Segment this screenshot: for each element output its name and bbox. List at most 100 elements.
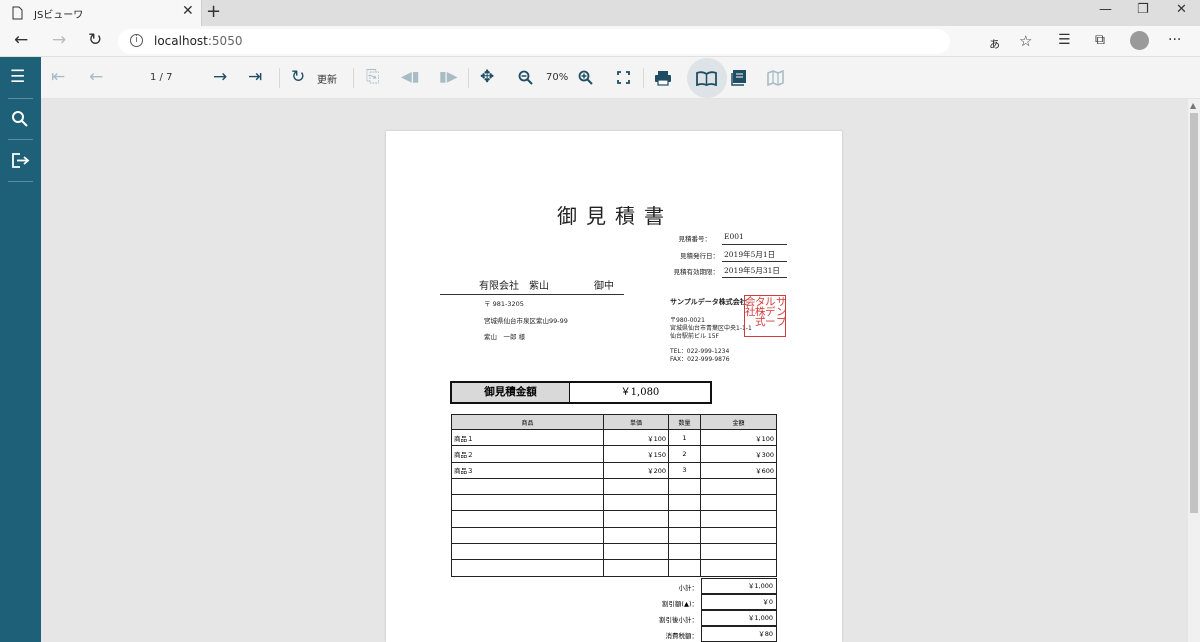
browser-tab-strip: JSビューワ ✕ + — ❐ ✕ — [0, 0, 1200, 26]
quote-total-box: 御見積金額 ￥1,080 — [450, 381, 712, 404]
document-title: 御見積書 — [557, 204, 673, 228]
cell-amount: ￥600 — [700, 461, 777, 479]
column-header-unit-price: 単価 — [603, 414, 669, 430]
issue-date: 2019年5月1日 — [724, 250, 776, 259]
zoom-in-icon[interactable] — [578, 70, 594, 86]
quote-total-value: ￥1,080 — [620, 387, 660, 398]
cell-quantity: 2 — [668, 445, 701, 463]
tab-title: JSビューワ — [34, 10, 84, 21]
discount-label: 割引額(▲)： — [661, 600, 698, 608]
refresh-icon[interactable]: ↻ — [291, 67, 305, 87]
back-icon[interactable]: ← — [14, 30, 28, 50]
after-discount-label: 割引後小計： — [659, 616, 698, 624]
collections-icon[interactable]: ⧉ — [1095, 32, 1105, 48]
scroll-up-icon[interactable]: ▲ — [1190, 101, 1196, 110]
line-items-table: 商品 単価 数量 金額 商品１ ￥100 1 ￥100 商品２ ￥150 2 ￥… — [451, 414, 777, 577]
page-view-icon[interactable]: ⎘ — [366, 67, 380, 87]
translate-icon[interactable]: ぁ — [988, 33, 1001, 52]
table-row — [451, 543, 777, 561]
issuer-address-line2: 仙台駅前ビル 15F — [670, 333, 719, 340]
more-menu-icon[interactable]: ··· — [1168, 32, 1181, 48]
column-header-quantity: 数量 — [668, 414, 701, 430]
sidebar-divider — [8, 98, 33, 99]
profile-avatar[interactable] — [1130, 31, 1149, 50]
reload-icon[interactable]: ↻ — [88, 30, 102, 50]
expiry-date-label: 見積有効期限： — [673, 268, 720, 276]
toolbar-divider — [468, 68, 469, 88]
refresh-label[interactable]: 更新 — [317, 71, 337, 86]
forward-icon[interactable]: → — [52, 30, 66, 50]
toolbar-divider — [353, 68, 354, 88]
table-row: 商品２ ￥150 2 ￥300 — [451, 445, 777, 463]
quote-number: E001 — [724, 232, 744, 241]
issuer-fax: FAX：022-999-9876 — [670, 356, 730, 363]
subtotal-label: 小計： — [678, 584, 699, 592]
cell-unit-price: ￥100 — [603, 428, 669, 447]
rewind-icon[interactable]: ◀▮ — [401, 69, 419, 85]
favorite-star-icon[interactable]: ☆ — [1019, 32, 1032, 50]
report-page: 御見積書 見積番号： E001 見積発行日： 2019年5月1日 見積有効期限：… — [386, 131, 842, 642]
underline — [722, 261, 787, 262]
zoom-level[interactable]: 70% — [546, 72, 568, 83]
recipient-company: 有限会社 紫山 — [479, 281, 549, 292]
favorites-list-icon[interactable]: ☰ — [1058, 32, 1071, 48]
fullscreen-icon[interactable] — [617, 71, 630, 84]
menu-icon[interactable]: ☰ — [10, 67, 25, 87]
tax-label: 消費税額： — [665, 632, 699, 640]
previous-page-icon[interactable]: ← — [89, 67, 103, 87]
minimize-icon[interactable]: — — [1099, 2, 1112, 17]
url-host: localhost — [154, 34, 208, 48]
export-icon[interactable] — [11, 152, 31, 169]
url-port: :5050 — [207, 34, 243, 48]
new-tab-button[interactable]: + — [206, 1, 221, 22]
issuer-company: サンプルデータ株式会社 — [670, 298, 747, 306]
play-icon[interactable]: ▮▶ — [439, 69, 457, 85]
tab-close-icon[interactable]: ✕ — [182, 3, 194, 19]
quote-total-label: 御見積金額 — [452, 383, 570, 402]
last-page-icon[interactable]: ⇥ — [248, 67, 262, 87]
sidebar-divider — [8, 139, 33, 140]
table-row — [451, 477, 777, 496]
browser-tab[interactable]: JSビューワ ✕ — [0, 0, 202, 26]
print-icon[interactable] — [654, 70, 672, 86]
cell-product: 商品３ — [451, 461, 604, 479]
map-icon[interactable] — [767, 70, 784, 86]
subtotal-value: ￥1,000 — [701, 578, 777, 594]
table-row — [451, 494, 777, 512]
column-header-product: 商品 — [451, 414, 604, 430]
address-toolbar: ← → ↻ i localhost:5050 ぁ ☆ ☰ ⧉ ··· — [0, 26, 1200, 57]
recipient-address: 宮城県仙台市泉区紫山99-99 — [484, 317, 568, 325]
first-page-icon[interactable]: ⇤ — [51, 67, 65, 87]
discount-value: ￥0 — [701, 594, 777, 610]
zoom-out-icon[interactable] — [518, 70, 534, 86]
underline — [722, 277, 787, 278]
next-page-icon[interactable]: → — [213, 67, 227, 87]
manual-icon[interactable] — [730, 69, 748, 87]
table-row: 商品３ ￥200 3 ￥600 — [451, 461, 777, 479]
recipient-suffix: 御中 — [594, 281, 614, 292]
page-indicator[interactable]: 1 / 7 — [150, 72, 172, 83]
url-field[interactable]: i localhost:5050 — [118, 29, 950, 54]
recipient-underline — [440, 294, 624, 295]
table-row: 商品１ ￥100 1 ￥100 — [451, 428, 777, 447]
cell-quantity: 3 — [668, 461, 701, 479]
site-info-icon[interactable]: i — [130, 34, 143, 47]
cell-amount: ￥100 — [700, 428, 777, 447]
after-discount-value: ￥1,000 — [701, 610, 777, 626]
recipient-person: 紫山 一郎 様 — [484, 333, 526, 341]
search-icon[interactable] — [11, 110, 29, 128]
cell-unit-price: ￥150 — [603, 445, 669, 463]
scrollbar-thumb[interactable] — [1190, 113, 1198, 513]
window-close-icon[interactable]: ✕ — [1176, 2, 1187, 17]
vertical-scrollbar[interactable]: ▲ — [1188, 99, 1200, 642]
cell-unit-price: ￥200 — [603, 461, 669, 479]
restore-icon[interactable]: ❐ — [1137, 2, 1149, 17]
recipient-postal: 〒 981-3205 — [484, 300, 524, 308]
issue-date-label: 見積発行日： — [680, 252, 719, 260]
sidebar-divider — [8, 181, 33, 182]
underline — [722, 244, 787, 245]
pan-icon[interactable]: ✥ — [480, 67, 494, 87]
cell-product: 商品２ — [451, 445, 604, 463]
url-text[interactable]: localhost:5050 — [154, 34, 242, 48]
book-view-icon[interactable] — [696, 71, 717, 86]
